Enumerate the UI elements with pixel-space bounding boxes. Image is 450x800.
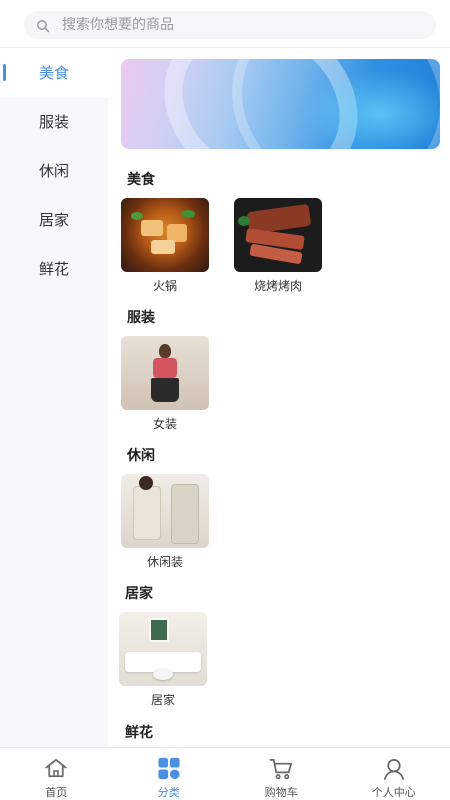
product-image-bbq [234,198,322,272]
section-title-food: 美食 [127,172,155,188]
sidebar-item-label: 鲜花 [38,260,69,278]
home-icon [45,758,67,778]
sidebar-item-label: 美食 [38,64,69,82]
tab-home[interactable]: 首页 [0,748,113,800]
cart-icon [269,758,293,780]
category-icon [158,757,180,780]
sidebar-item-clothing[interactable]: 服装 [0,97,108,146]
product-card-womens-wear[interactable]: 女装 [121,336,209,432]
tab-profile[interactable]: 个人中心 [338,748,450,800]
user-icon [383,758,404,780]
category-sidebar: 美食 服装 休闲 居家 鲜花 [0,48,108,747]
section-title-home: 居家 [125,586,153,602]
tab-label: 购物车 [264,786,298,799]
tab-category[interactable]: 分类 [113,748,226,800]
section-title-flowers: 鲜花 [125,725,153,741]
product-label: 居家 [150,693,175,707]
sidebar-item-flowers[interactable]: 鲜花 [0,244,108,293]
product-image-womens-wear [121,336,209,410]
category-page: 美食 服装 休闲 居家 鲜花 美食 火锅 [0,0,450,800]
sidebar-item-label: 居家 [38,211,69,229]
search-icon [36,18,50,33]
product-label: 烧烤烤肉 [253,279,302,293]
product-image-home [119,612,207,686]
section-title-clothing: 服装 [127,310,155,326]
product-card-casual-wear[interactable]: 休闲装 [121,474,209,570]
product-image-hotpot [121,198,209,272]
sidebar-item-home[interactable]: 居家 [0,195,108,244]
product-card-hotpot[interactable]: 火锅 [121,198,209,294]
sidebar-item-food[interactable]: 美食 [0,48,108,97]
product-card-bbq[interactable]: 烧烤烤肉 [234,198,322,294]
sidebar-item-label: 休闲 [38,162,69,180]
product-label: 休闲装 [146,555,183,569]
product-card-home[interactable]: 居家 [119,612,207,708]
product-image-casual-wear [121,474,209,548]
search-header [0,0,450,48]
sidebar-item-label: 服装 [38,113,69,131]
tab-label: 个人中心 [371,786,416,799]
promo-banner[interactable] [121,59,440,149]
sidebar-item-leisure[interactable]: 休闲 [0,146,108,195]
tab-cart[interactable]: 购物车 [225,748,338,800]
search-input[interactable] [62,17,402,33]
tab-label: 首页 [45,786,68,799]
product-label: 火锅 [152,279,177,293]
active-indicator [3,64,6,81]
product-label: 女装 [152,417,177,431]
section-title-leisure: 休闲 [127,448,155,464]
search-bar[interactable] [24,11,436,39]
tab-label: 分类 [157,786,180,799]
bottom-tab-bar: 首页 分类 购物车 个人中心 [0,747,450,800]
category-content: 美食 火锅 烧烤烤肉 服装 女装 休闲 休闲装 居家 居家 鲜花 [108,48,450,747]
